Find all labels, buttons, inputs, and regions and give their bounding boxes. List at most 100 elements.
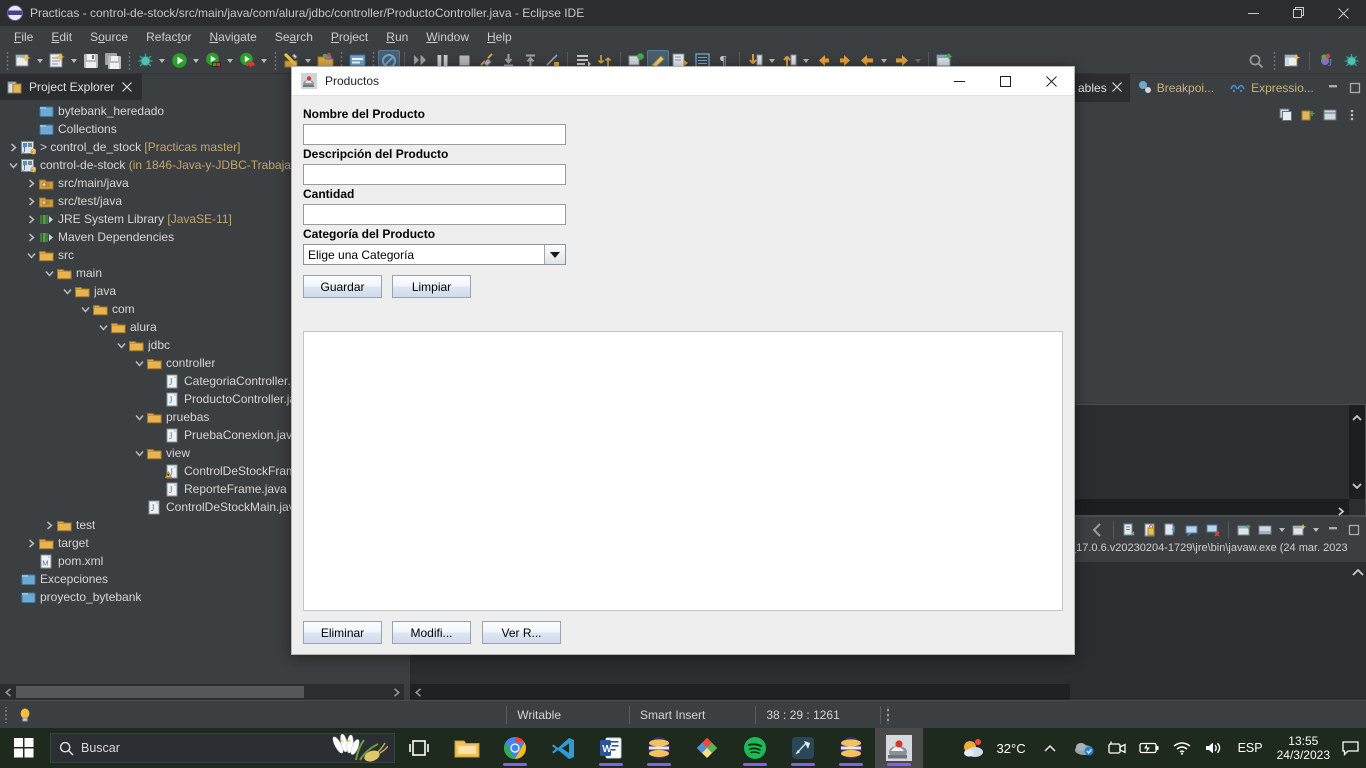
tab-expressions[interactable]: Expressio... — [1222, 74, 1322, 102]
camera-icon[interactable] — [1102, 728, 1132, 768]
chevron-down-icon[interactable] — [545, 245, 565, 264]
variables-hscrollbar[interactable] — [1071, 499, 1349, 516]
ver-reporte-button[interactable]: Ver R... — [482, 621, 561, 644]
chevron-down-icon[interactable] — [132, 444, 146, 462]
new-java-class-dropdown[interactable] — [68, 50, 80, 72]
productos-table[interactable] — [303, 331, 1063, 611]
save-all-icon[interactable] — [102, 50, 124, 72]
chevron-right-icon[interactable] — [24, 192, 38, 210]
minimize-icon[interactable] — [1324, 79, 1342, 97]
maximize-icon[interactable] — [1346, 79, 1364, 97]
nombre-producto-input[interactable] — [303, 124, 566, 145]
scroll-left-icon[interactable] — [0, 684, 16, 700]
run-coverage-icon[interactable] — [202, 50, 224, 72]
postman-icon[interactable] — [779, 728, 827, 768]
action-center-icon[interactable] — [1336, 728, 1364, 768]
modificar-button[interactable]: Modifi... — [392, 621, 471, 644]
run-dropdown[interactable] — [190, 50, 202, 72]
run-coverage-dropdown[interactable] — [224, 50, 236, 72]
descripcion-producto-input[interactable] — [303, 164, 566, 185]
search-icon[interactable] — [1245, 50, 1267, 72]
task-view-icon[interactable] — [395, 728, 443, 768]
chevron-right-icon[interactable] — [24, 174, 38, 192]
new-java-class-icon[interactable] — [46, 50, 68, 72]
chevron-up-icon[interactable] — [1026, 728, 1068, 768]
dialog-minimize-button[interactable] — [936, 67, 982, 96]
limpiar-button[interactable]: Limpiar — [392, 275, 471, 298]
menu-search[interactable]: Search — [267, 28, 321, 46]
chevron-right-icon[interactable] — [6, 138, 20, 156]
minimize-icon[interactable] — [1323, 520, 1343, 540]
chevron-down-icon[interactable] — [24, 246, 38, 264]
chevron-down-icon[interactable] — [96, 318, 110, 336]
view-menu-icon[interactable] — [1342, 105, 1362, 125]
variables-view-body[interactable] — [1070, 102, 1366, 402]
toolbar-grip-2[interactable] — [126, 51, 132, 70]
eclipse-icon-2[interactable] — [827, 728, 875, 768]
java-app-icon[interactable] — [875, 728, 923, 768]
keyboard-language[interactable]: ESP — [1230, 741, 1271, 755]
close-icon[interactable] — [120, 80, 134, 94]
window-minimize-button[interactable] — [1231, 0, 1276, 26]
eclipse-icon[interactable] — [635, 728, 683, 768]
variables-tree-area[interactable] — [1070, 404, 1366, 516]
window-close-button[interactable] — [1321, 0, 1366, 26]
speaker-icon[interactable] — [1198, 728, 1230, 768]
editor-scroll-left-icon[interactable] — [410, 684, 426, 700]
dialog-maximize-button[interactable] — [982, 67, 1028, 96]
save-icon[interactable] — [80, 50, 102, 72]
chevron-right-icon[interactable] — [42, 516, 56, 534]
chevron-down-icon[interactable] — [132, 354, 146, 372]
project-explorer-hscrollbar[interactable] — [0, 684, 404, 700]
debug-perspective-icon[interactable] — [1340, 50, 1362, 72]
tab-project-explorer[interactable]: Project Explorer — [0, 74, 143, 100]
perspective-grip[interactable] — [1271, 51, 1277, 70]
variables-vscrollbar[interactable] — [1349, 405, 1365, 499]
toolbar-grip[interactable] — [4, 51, 10, 70]
google-chrome-icon[interactable] — [491, 728, 539, 768]
taskbar-clock[interactable]: 13:55 24/3/2023 — [1271, 734, 1336, 762]
cantidad-input[interactable] — [303, 204, 566, 225]
hscroll-track[interactable] — [16, 684, 388, 700]
new-wizard-icon[interactable] — [12, 50, 34, 72]
taskbar-search-box[interactable]: Buscar — [50, 733, 395, 763]
debug-icon[interactable] — [134, 50, 156, 72]
battery-icon[interactable] — [1132, 728, 1166, 768]
run-external-dropdown[interactable] — [258, 50, 270, 72]
chevron-down-icon[interactable] — [78, 300, 92, 318]
menu-project[interactable]: Project — [323, 28, 376, 46]
scroll-up-icon[interactable] — [1352, 409, 1362, 427]
tab-variables[interactable]: ables — [1070, 74, 1130, 102]
file-explorer-icon[interactable] — [443, 728, 491, 768]
remove-all-icon[interactable] — [1161, 520, 1181, 540]
new-console-dropdown[interactable] — [1310, 519, 1322, 541]
onedrive-icon[interactable] — [1068, 728, 1102, 768]
microsoft-word-icon[interactable]: W — [587, 728, 635, 768]
pin-console-icon[interactable] — [1140, 520, 1160, 540]
chevron-down-icon[interactable] — [114, 336, 128, 354]
scroll-down-icon[interactable] — [1352, 477, 1362, 495]
spotify-icon[interactable] — [731, 728, 779, 768]
scroll-lock-dropdown[interactable] — [1276, 519, 1288, 541]
maximize-icon[interactable] — [1344, 520, 1364, 540]
weather-partly-cloudy-icon[interactable] — [955, 728, 993, 768]
menu-navigate[interactable]: Navigate — [201, 28, 264, 46]
chevron-right-icon[interactable] — [24, 534, 38, 552]
status-bar-grip[interactable] — [2, 706, 10, 723]
menu-source[interactable]: Source — [82, 28, 136, 46]
categoria-producto-combobox[interactable]: Elige una Categoría — [303, 244, 566, 265]
new-wizard-dropdown[interactable] — [34, 50, 46, 72]
chevron-down-icon[interactable] — [42, 264, 56, 282]
scroll-up-icon[interactable] — [1352, 564, 1364, 582]
dialog-close-button[interactable] — [1028, 67, 1074, 96]
clear-console-icon[interactable] — [1203, 520, 1223, 540]
windows-start-icon[interactable] — [0, 728, 48, 768]
window-restore-button[interactable] — [1276, 0, 1321, 26]
terminate-icon[interactable] — [1088, 520, 1108, 540]
status-bar-menu-icon[interactable] — [879, 705, 896, 724]
menu-run[interactable]: Run — [378, 28, 416, 46]
layout-icon[interactable] — [1320, 105, 1340, 125]
scroll-lock-icon[interactable] — [1255, 520, 1275, 540]
google-drive-icon[interactable] — [683, 728, 731, 768]
menu-refactor[interactable]: Refactor — [138, 28, 199, 46]
